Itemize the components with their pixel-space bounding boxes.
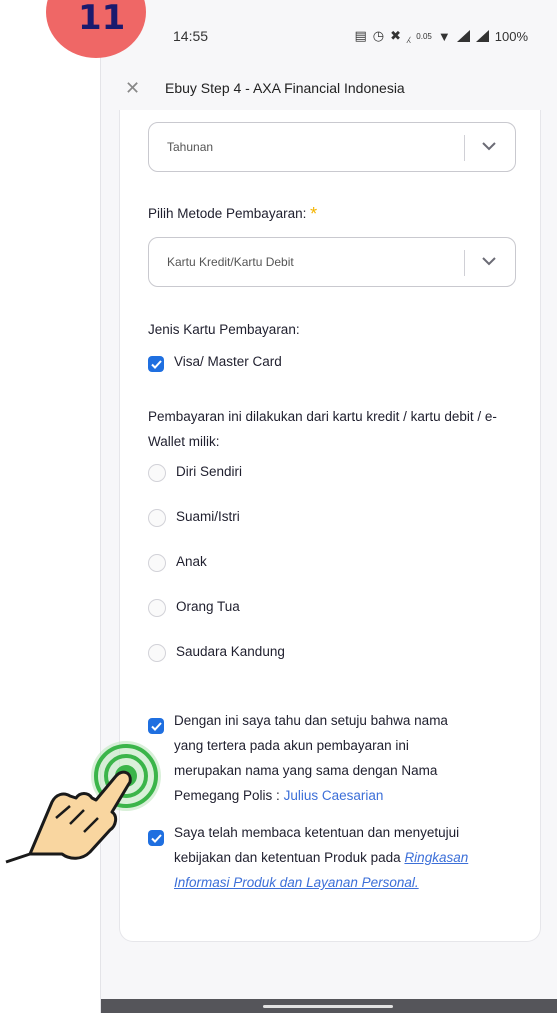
signal-icon bbox=[456, 30, 470, 42]
mute-icon: ✖ bbox=[390, 28, 402, 43]
option-anak[interactable]: Anak bbox=[176, 554, 207, 569]
check-icon bbox=[150, 359, 162, 369]
owner-question: Pembayaran ini dilakukan dari kartu kred… bbox=[148, 409, 497, 449]
radio-diri-sendiri[interactable] bbox=[148, 464, 166, 482]
visa-mastercard-checkbox[interactable] bbox=[148, 356, 164, 372]
select-divider bbox=[464, 250, 465, 276]
close-icon[interactable]: ✕ bbox=[125, 78, 165, 99]
status-time: 14:55 bbox=[173, 28, 209, 44]
title-bar: ✕ Ebuy Step 4 - AXA Financial Indonesia bbox=[101, 68, 557, 108]
nfc-icon: ▤ bbox=[354, 28, 367, 43]
agreement-name-line-1: Dengan ini saya tahu dan setuju bahwa na… bbox=[174, 713, 448, 728]
payment-method-value: Kartu Kredit/Kartu Debit bbox=[167, 255, 294, 269]
battery-level: 100% bbox=[494, 28, 528, 44]
check-icon bbox=[150, 721, 162, 731]
chevron-down-icon bbox=[477, 134, 501, 158]
agreement-terms-text: Saya telah membaca ketentuan dan menyetu… bbox=[174, 820, 524, 895]
option-saudara-kandung[interactable]: Saudara Kandung bbox=[176, 644, 285, 659]
frequency-value: Tahunan bbox=[167, 140, 214, 154]
frequency-select[interactable]: Tahunan bbox=[148, 122, 516, 172]
status-bar: 14:55 ▤ ◷ ✖ ⁁ 0.05 ▼ 100% bbox=[101, 18, 557, 54]
visa-mastercard-label[interactable]: Visa/ Master Card bbox=[174, 354, 282, 369]
payment-method-label-text: Pilih Metode Pembayaran: bbox=[148, 206, 307, 221]
status-icons: ▤ ◷ ✖ ⁁ 0.05 ▼ 100% bbox=[355, 28, 529, 44]
chevron-down-icon bbox=[477, 249, 501, 273]
step-number: 11 bbox=[78, 0, 126, 38]
system-nav-bar bbox=[101, 999, 557, 1013]
product-info-link[interactable]: Ringkasan bbox=[404, 850, 468, 865]
agreement-name-checkbox[interactable] bbox=[148, 718, 164, 734]
select-divider bbox=[464, 135, 465, 161]
radio-orang-tua[interactable] bbox=[148, 599, 166, 617]
agreement-name-line-3: merupakan nama yang sama dengan Nama bbox=[174, 763, 438, 778]
wifi-icon: ▼ bbox=[437, 28, 451, 44]
radio-saudara-kandung[interactable] bbox=[148, 644, 166, 662]
policy-holder-prefix: Pemegang Polis : bbox=[174, 788, 284, 803]
payment-method-select[interactable]: Kartu Kredit/Kartu Debit bbox=[148, 237, 516, 287]
product-info-link-cont[interactable]: Informasi Produk dan Layanan Personal. bbox=[174, 875, 419, 890]
option-diri-sendiri[interactable]: Diri Sendiri bbox=[176, 464, 242, 479]
agreement-name-line-4: Pemegang Polis : Julius Caesarian bbox=[174, 783, 524, 808]
option-orang-tua[interactable]: Orang Tua bbox=[176, 599, 240, 614]
home-handle[interactable] bbox=[263, 1005, 393, 1008]
policy-holder-name: Julius Caesarian bbox=[283, 788, 384, 803]
signal-icon-2 bbox=[475, 30, 489, 42]
radio-anak[interactable] bbox=[148, 554, 166, 572]
agreement-terms-line-1: Saya telah membaca ketentuan dan menyetu… bbox=[174, 825, 460, 840]
payment-form-card: Tahunan Pilih Metode Pembayaran: * Kartu… bbox=[119, 110, 541, 942]
option-suami-istri[interactable]: Suami/Istri bbox=[176, 509, 240, 524]
payment-method-label: Pilih Metode Pembayaran: * bbox=[148, 204, 317, 225]
agreement-terms-prefix: kebijakan dan ketentuan Produk pada bbox=[174, 850, 405, 865]
card-type-label: Jenis Kartu Pembayaran: bbox=[148, 322, 300, 337]
agreement-name-text: Dengan ini saya tahu dan setuju bahwa na… bbox=[174, 708, 524, 808]
screenshot-stage: 14:55 ▤ ◷ ✖ ⁁ 0.05 ▼ 100% ✕ Ebuy Step 4 … bbox=[0, 0, 557, 1013]
radio-suami-istri[interactable] bbox=[148, 509, 166, 527]
agreement-terms-line-2: kebijakan dan ketentuan Produk pada Ring… bbox=[174, 845, 524, 870]
tap-hint-hand-icon bbox=[5, 741, 161, 864]
agreement-name-line-2: yang tertera pada akun pembayaran ini bbox=[174, 738, 409, 753]
alarm-icon: ◷ bbox=[372, 28, 385, 43]
page-title: Ebuy Step 4 - AXA Financial Indonesia bbox=[165, 80, 405, 96]
net-speed: 0.05 bbox=[416, 31, 432, 41]
bluetooth-icon: ⁁ bbox=[407, 28, 411, 43]
required-star: * bbox=[310, 204, 318, 224]
